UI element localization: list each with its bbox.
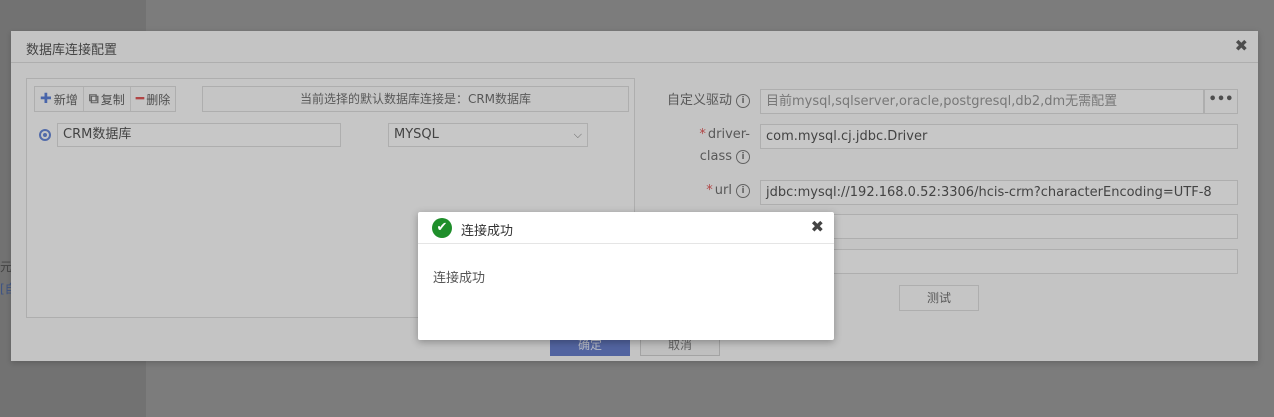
modal-overlay xyxy=(0,0,1274,417)
message-header: ✔ 连接成功 ✖ xyxy=(418,212,834,244)
message-close-icon[interactable]: ✖ xyxy=(811,217,824,236)
success-message-dialog: ✔ 连接成功 ✖ 连接成功 xyxy=(418,212,834,340)
message-title: 连接成功 xyxy=(461,224,514,239)
check-circle-icon: ✔ xyxy=(432,218,452,238)
message-content: 连接成功 xyxy=(433,271,486,286)
